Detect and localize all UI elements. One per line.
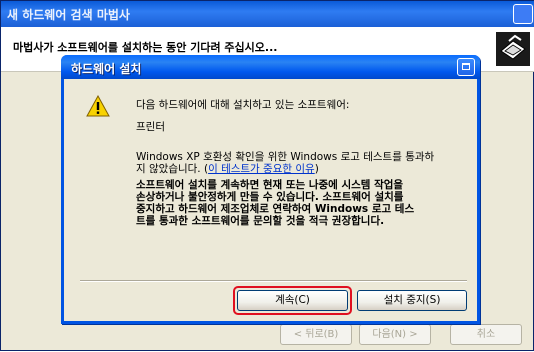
device-name: 프린터 — [136, 121, 165, 133]
warning-line: 소프트웨어 설치를 계속하면 현재 또는 나중에 시스템 작업을 — [136, 179, 404, 191]
wizard-title: 새 하드웨어 검색 마법사 — [7, 8, 130, 22]
warning-icon — [86, 95, 110, 117]
install-intro-text: 다음 하드웨어에 대해 설치하고 있는 소프트웨어: — [136, 99, 350, 111]
logo-test-suffix: ) — [314, 163, 319, 175]
back-button[interactable]: < 뒤로(B) — [280, 324, 352, 345]
next-button[interactable]: 다음(N) > — [359, 324, 431, 345]
why-test-important-link[interactable]: 이 테스트가 중요한 이유 — [208, 163, 315, 175]
warning-line: 트를 통과한 소프트웨어를 문의할 것을 적극 권장합니다. — [136, 215, 385, 227]
stop-install-button[interactable]: 설치 중지(S) — [357, 290, 467, 311]
hardware-wizard-icon — [496, 32, 530, 66]
dialog-titlebar[interactable]: 하드웨어 설치 — [61, 55, 480, 79]
dialog-title: 하드웨어 설치 — [71, 62, 142, 76]
restore-icon[interactable] — [457, 58, 475, 76]
cancel-button[interactable]: 취소 — [450, 324, 522, 345]
logo-test-text-line2: 지 않았습니다. (이 테스트가 중요한 이유) — [136, 163, 319, 175]
wizard-window-button[interactable] — [513, 4, 533, 24]
logo-test-text-line1: Windows XP 호환성 확인을 위한 Windows 로고 테스트를 통과… — [136, 151, 435, 163]
warning-line: 손상하거나 불안정하게 만들 수 있습니다. 소프트웨어 설치를 — [136, 191, 404, 203]
hardware-install-dialog: 하드웨어 설치 다음 하드웨어에 대해 설치하고 있는 소프트웨어: 프린터 W… — [61, 55, 480, 324]
continue-button[interactable]: 계속(C) — [237, 290, 348, 311]
logo-test-prefix: 지 않았습니다. ( — [136, 163, 209, 175]
wizard-subtitle: 마법사가 소프트웨어를 설치하는 동안 기다려 주십시오... — [13, 41, 278, 54]
warning-message: 소프트웨어 설치를 계속하면 현재 또는 나중에 시스템 작업을 손상하거나 불… — [136, 179, 476, 227]
wizard-titlebar[interactable]: 새 하드웨어 검색 마법사 — [1, 1, 534, 27]
warning-line: 중지하고 하드웨어 제조업체로 연락하여 Windows 로고 테스 — [136, 203, 415, 215]
dialog-separator — [80, 280, 467, 282]
